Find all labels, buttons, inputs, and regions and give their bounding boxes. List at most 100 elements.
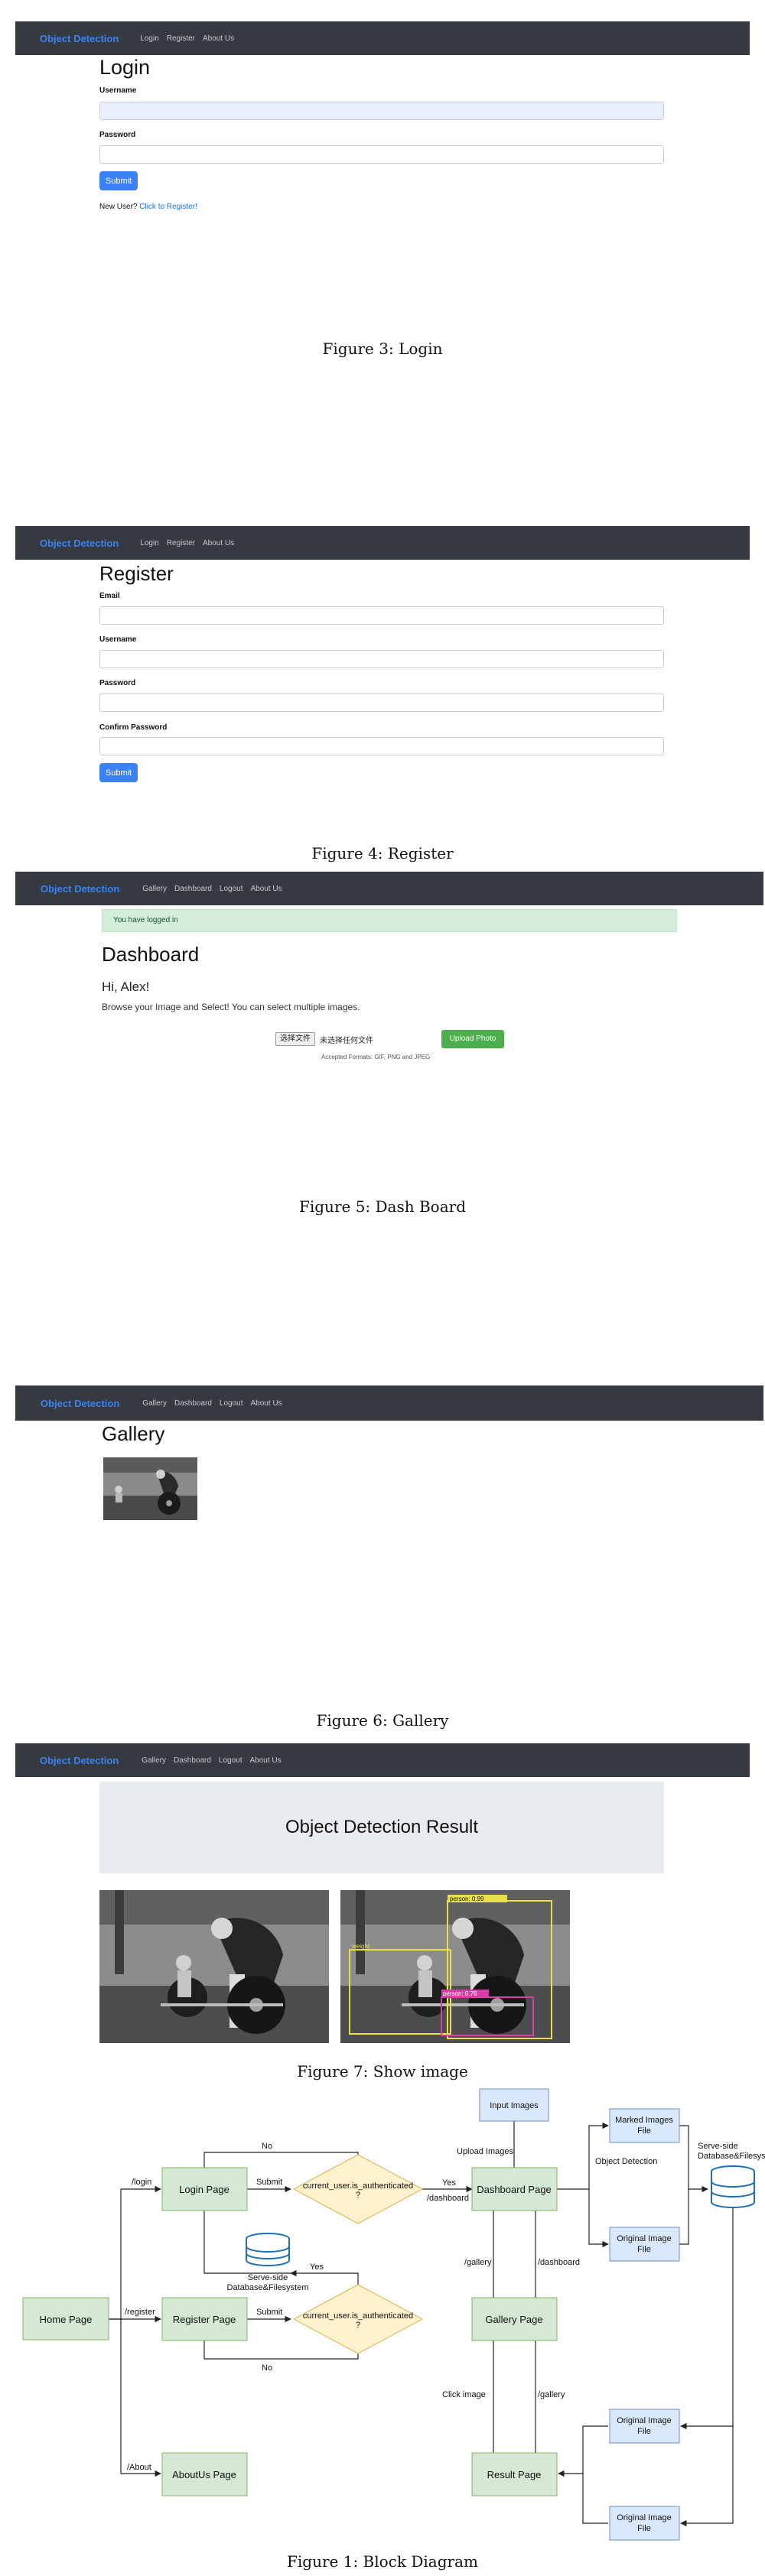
new-user-label: New User? xyxy=(99,203,138,211)
marked-images-file-node xyxy=(609,2108,680,2143)
result-banner: Object Detection Result xyxy=(99,1782,664,1873)
register-username-label: Username xyxy=(99,635,137,644)
svg-text:File: File xyxy=(637,2245,651,2254)
nav-gallery-link[interactable]: Gallery xyxy=(142,885,167,893)
register-page-label: Register Page xyxy=(173,2314,236,2325)
register-submit-button[interactable]: Submit xyxy=(99,763,138,782)
nav-login-link[interactable]: Login xyxy=(140,539,158,547)
edge-label-no-top: No xyxy=(262,2142,272,2151)
gallery-navbar: Object Detection Gallery Dashboard Logou… xyxy=(15,1385,763,1421)
server-db-left-label-1: Serve-side xyxy=(248,2273,288,2282)
gallery-thumbnail[interactable] xyxy=(103,1457,197,1520)
login-password-input[interactable] xyxy=(99,145,664,164)
alert-text: You have logged in xyxy=(113,916,178,924)
block-diagram-caption: Figure 1: Block Diagram xyxy=(287,2552,478,2571)
register-auth-check-line2: ? xyxy=(356,2321,360,2330)
choose-file-button[interactable]: 选择文件 xyxy=(275,1032,315,1046)
register-email-label: Email xyxy=(99,592,120,600)
original-result-image xyxy=(99,1890,329,2043)
upload-photo-button[interactable]: Upload Photo xyxy=(441,1030,504,1048)
edge-label-dashboard-route-1: /dashboard xyxy=(427,2194,469,2203)
detected-result-image: person: 0.99 weight person: 0.76 xyxy=(340,1890,570,2043)
register-email-input[interactable] xyxy=(99,606,664,625)
svg-text:File: File xyxy=(637,2126,651,2136)
nav-dashboard-link[interactable]: Dashboard xyxy=(174,885,212,893)
nav-about-link[interactable]: About Us xyxy=(203,539,234,547)
server-db-right-label-1: Serve-side xyxy=(698,2142,738,2151)
nav-logout-link[interactable]: Logout xyxy=(220,885,243,893)
register-auth-check-line1: current_user.is_authenticated xyxy=(303,2311,413,2321)
register-username-input[interactable] xyxy=(99,650,664,668)
result-page-label: Result Page xyxy=(487,2469,542,2480)
result-banner-title: Object Detection Result xyxy=(285,1817,479,1837)
login-submit-button[interactable]: Submit xyxy=(99,171,138,190)
login-username-input[interactable] xyxy=(99,102,664,120)
register-password-label: Password xyxy=(99,679,136,687)
original-image-file-node-2 xyxy=(609,2409,680,2444)
brand-logo[interactable]: Object Detection xyxy=(40,538,119,549)
input-images-label: Input Images xyxy=(490,2101,539,2110)
nav-dashboard-link[interactable]: Dashboard xyxy=(174,1756,211,1765)
nav-register-link[interactable]: Register xyxy=(167,539,195,547)
edge-label-register-route: /register xyxy=(125,2308,155,2317)
original-image-file-node-3 xyxy=(609,2506,680,2541)
login-password-label: Password xyxy=(99,131,136,139)
login-caption: Figure 3: Login xyxy=(322,339,443,358)
server-db-left-label-2: Database&Filesystem xyxy=(227,2283,309,2292)
edge-label-login-route: /login xyxy=(132,2178,151,2187)
nav-gallery-link[interactable]: Gallery xyxy=(142,1756,166,1765)
register-caption: Figure 4: Register xyxy=(311,844,454,862)
edge-label-upload-images: Upload Images xyxy=(457,2147,513,2156)
nav-gallery-link[interactable]: Gallery xyxy=(142,1399,167,1408)
secondary-bbox-label: weight xyxy=(351,1943,370,1950)
edge-label-submit-register: Submit xyxy=(256,2308,282,2317)
edge-label-gallery-route-1: /gallery xyxy=(464,2258,492,2267)
edge-label-dashboard-route-2: /dashboard xyxy=(538,2258,580,2267)
weightlifter-photo xyxy=(103,1457,197,1520)
register-confirm-label: Confirm Password xyxy=(99,723,168,732)
nav-logout-link[interactable]: Logout xyxy=(220,1399,243,1408)
nav-login-link[interactable]: Login xyxy=(140,34,158,43)
nav-about-link[interactable]: About Us xyxy=(203,34,234,43)
server-db-left xyxy=(246,2233,290,2266)
nav-about-link[interactable]: About Us xyxy=(250,1756,282,1765)
dashboard-instructions: Browse your Image and Select! You can se… xyxy=(102,1002,360,1012)
nav-about-link[interactable]: About Us xyxy=(251,1399,282,1408)
register-link[interactable]: Click to Register! xyxy=(139,203,197,211)
dashboard-greeting: Hi, Alex! xyxy=(102,979,150,994)
dashboard-page-label: Dashboard Page xyxy=(477,2184,552,2195)
nav-logout-link[interactable]: Logout xyxy=(219,1756,243,1765)
register-password-input[interactable] xyxy=(99,694,664,712)
svg-text:Original Image: Original Image xyxy=(617,2513,672,2522)
edge-label-no-bottom: No xyxy=(262,2363,272,2373)
result-navbar: Object Detection Gallery Dashboard Logou… xyxy=(15,1743,750,1777)
block-diagram: Home Page Login Page Register Page About… xyxy=(22,2088,765,2541)
brand-logo[interactable]: Object Detection xyxy=(41,883,119,895)
nav-about-link[interactable]: About Us xyxy=(251,885,282,893)
svg-text:Original Image: Original Image xyxy=(617,2416,672,2425)
login-username-label: Username xyxy=(99,86,137,95)
svg-text:File: File xyxy=(637,2524,651,2533)
dashboard-title: Dashboard xyxy=(102,943,200,966)
person-bbox-label: person: 0.99 xyxy=(450,1895,484,1902)
result-caption: Figure 7: Show image xyxy=(297,2062,468,2081)
login-success-alert: You have logged in xyxy=(102,909,677,932)
register-confirm-input[interactable] xyxy=(99,737,664,755)
home-page-label: Home Page xyxy=(40,2314,93,2325)
original-image-file-node xyxy=(609,2227,680,2262)
brand-logo[interactable]: Object Detection xyxy=(40,1755,119,1766)
brand-logo[interactable]: Object Detection xyxy=(40,33,119,44)
nav-register-link[interactable]: Register xyxy=(167,34,195,43)
weightlifter-photo-original xyxy=(99,1890,329,2043)
server-db-right-label-2: Database&Filesyst xyxy=(698,2152,765,2161)
login-page-label: Login Page xyxy=(179,2184,230,2195)
new-user-text: New User? Click to Register! xyxy=(99,203,197,211)
brand-logo[interactable]: Object Detection xyxy=(41,1398,119,1409)
register-navbar: Object Detection Login Register About Us xyxy=(15,526,750,560)
edge-label-about-route: /About xyxy=(127,2463,151,2472)
gallery-title: Gallery xyxy=(102,1422,165,1445)
svg-text:File: File xyxy=(637,2427,651,2436)
nav-dashboard-link[interactable]: Dashboard xyxy=(174,1399,212,1408)
edge-label-object-detection: Object Detection xyxy=(595,2157,657,2166)
svg-text:Marked Images: Marked Images xyxy=(615,2116,673,2125)
